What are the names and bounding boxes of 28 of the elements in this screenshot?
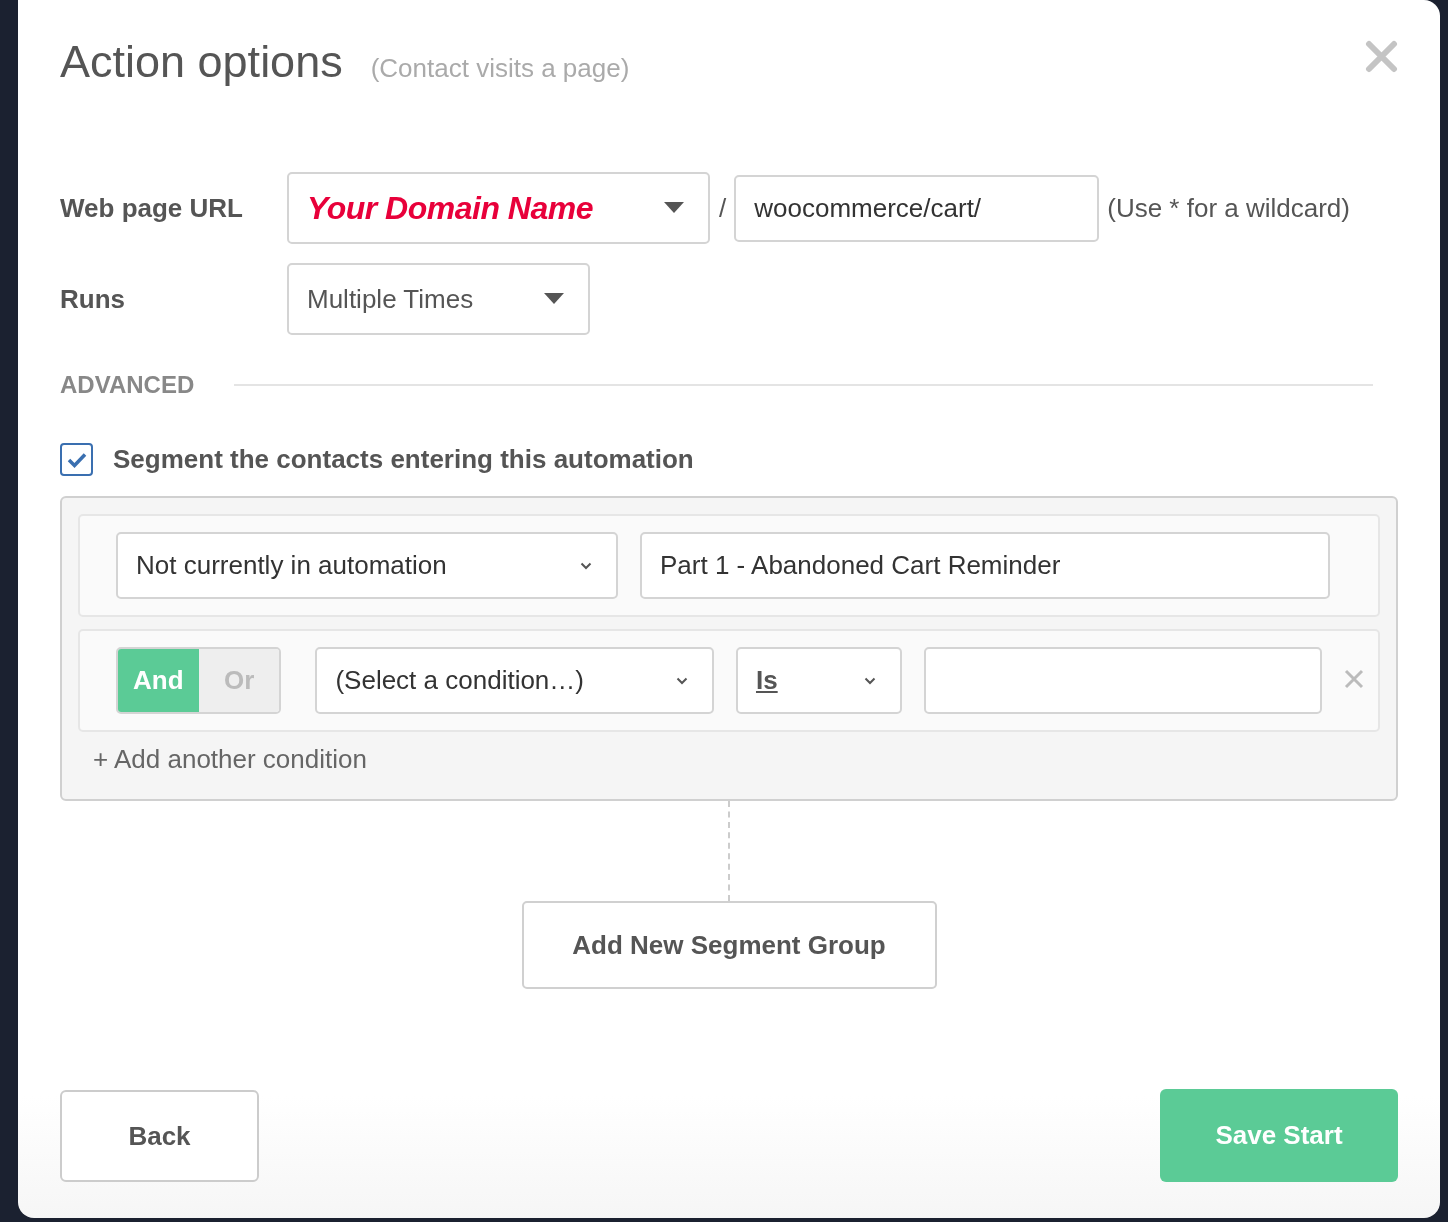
dialog-subtitle: (Contact visits a page) <box>370 53 630 84</box>
field-label: Web page URL <box>60 192 244 224</box>
add-condition-link[interactable]: + Add another condition <box>93 744 367 775</box>
close-icon <box>1344 669 1364 689</box>
value-input-field[interactable] <box>923 647 1322 714</box>
value-input-field[interactable]: Part 1 - Abandoned Cart Reminder <box>640 532 1330 599</box>
domain-dropdown[interactable]: Your Domain Name <box>287 172 710 244</box>
back-button[interactable]: Back <box>60 1090 259 1182</box>
chevron-icon <box>580 561 592 570</box>
chevron-icon <box>863 676 876 685</box>
segment-checkbox[interactable] <box>60 443 93 476</box>
field-label: Runs <box>60 283 126 315</box>
close-icon <box>1365 40 1398 73</box>
dialog-title: Action options <box>60 36 343 88</box>
operator-dropdown[interactable]: Is <box>736 647 902 714</box>
path-input-field[interactable]: woocommerce/cart/ <box>734 174 1100 242</box>
section-heading: ADVANCED <box>60 371 195 399</box>
runs-dropdown[interactable]: Multiple Times <box>287 263 590 335</box>
caret-icon <box>664 202 684 214</box>
wildcard-hint: (Use * for a wildcard) <box>1107 192 1350 224</box>
check-icon <box>66 451 87 468</box>
condition-dropdown[interactable]: Not currently in automation <box>116 532 618 599</box>
caret-icon <box>544 293 564 305</box>
checkbox-label: Segment the contacts entering this automation <box>113 444 694 475</box>
condition-dropdown[interactable]: (Select a condition…) <box>315 647 714 714</box>
path-separator: / <box>719 192 727 224</box>
chevron-icon <box>676 676 688 685</box>
add-segment-group-button[interactable]: Add New Segment Group <box>521 901 937 989</box>
